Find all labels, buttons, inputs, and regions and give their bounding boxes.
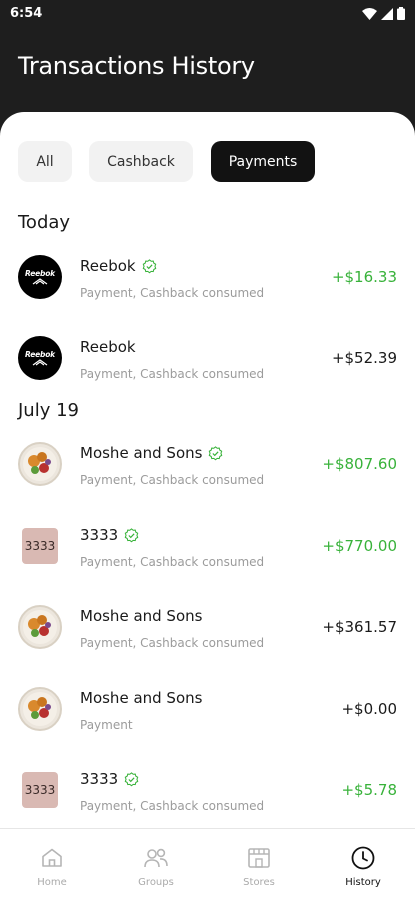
store-icon — [248, 848, 270, 868]
merchant-name: Moshe and Sons — [80, 444, 223, 462]
transactions-sheet: All Cashback Payments Today Reebok Reebo… — [0, 112, 415, 828]
nav-stores[interactable]: Stores — [207, 829, 311, 900]
merchant-name: Moshe and Sons — [80, 689, 203, 707]
transaction-detail: Payment, Cashback consumed — [80, 473, 265, 487]
battery-icon — [397, 7, 405, 20]
nav-groups[interactable]: Groups — [104, 829, 208, 900]
status-icons — [362, 7, 405, 20]
filter-payments-chip[interactable]: Payments — [211, 141, 315, 182]
reebok-logo-avatar: Reebok — [18, 255, 62, 299]
section-title-today: Today — [18, 212, 71, 233]
transaction-amount: +$16.33 — [331, 268, 397, 286]
nav-groups-label: Groups — [138, 877, 174, 888]
verified-check-icon — [124, 527, 139, 542]
transaction-detail: Payment, Cashback consumed — [80, 555, 265, 569]
verified-check-icon — [124, 771, 139, 786]
page-title: Transactions History — [18, 52, 255, 80]
merchant-name: Reebok — [80, 257, 157, 275]
nav-history-label: History — [345, 877, 381, 888]
verified-check-icon — [142, 258, 156, 273]
verified-check-icon — [209, 445, 223, 460]
merchant-name: Moshe and Sons — [80, 607, 203, 625]
status-bar: 6:54 — [0, 0, 415, 28]
clock-icon — [351, 846, 375, 870]
reebok-logo-avatar: Reebok — [18, 336, 62, 380]
filter-all-chip[interactable]: All — [18, 141, 72, 182]
filter-cashback-chip[interactable]: Cashback — [89, 141, 193, 182]
transaction-amount: +$52.39 — [331, 349, 397, 367]
transaction-row[interactable]: Moshe and Sons Payment, Cashback consume… — [0, 431, 415, 497]
transaction-amount: +$361.57 — [322, 618, 397, 636]
transaction-detail: Payment, Cashback consumed — [80, 636, 265, 650]
home-icon — [42, 848, 62, 867]
transaction-row[interactable]: Moshe and Sons Payment, Cashback consume… — [0, 594, 415, 660]
food-plate-avatar — [18, 442, 62, 486]
status-time: 6:54 — [10, 6, 43, 21]
transaction-row[interactable]: Moshe and Sons Payment +$0.00 — [0, 676, 415, 742]
merchant-name: 3333 — [80, 770, 139, 788]
merchant-name: Reebok — [80, 338, 136, 356]
nav-home-label: Home — [37, 877, 67, 888]
bottom-nav: Home Groups Stores History — [0, 828, 415, 900]
wifi-icon — [362, 7, 377, 20]
merchant-name: 3333 — [80, 526, 139, 544]
nav-stores-label: Stores — [243, 877, 275, 888]
nav-home[interactable]: Home — [0, 829, 104, 900]
food-plate-avatar — [18, 687, 62, 731]
transaction-detail: Payment, Cashback consumed — [80, 286, 265, 300]
transaction-amount: +$770.00 — [322, 537, 397, 555]
transaction-amount: +$5.78 — [341, 781, 397, 799]
transaction-amount: +$807.60 — [322, 455, 397, 473]
transaction-row[interactable]: 3333 3333 Payment, Cashback consumed +$5… — [0, 757, 415, 823]
section-title-july-19: July 19 — [18, 400, 79, 421]
transaction-detail: Payment, Cashback consumed — [80, 799, 265, 813]
transaction-amount: +$0.00 — [341, 700, 397, 718]
text-tile-avatar: 3333 — [22, 528, 58, 564]
food-plate-avatar — [18, 605, 62, 649]
signal-icon — [381, 7, 393, 20]
transaction-detail: Payment — [80, 718, 133, 732]
transaction-row[interactable]: 3333 3333 Payment, Cashback consumed +$7… — [0, 513, 415, 579]
transaction-row[interactable]: Reebok Reebok Payment, Cashback consumed… — [0, 325, 415, 391]
groups-icon — [144, 848, 168, 868]
transaction-row[interactable]: Reebok Reebok Payment, Cashback consumed… — [0, 244, 415, 310]
transaction-detail: Payment, Cashback consumed — [80, 367, 265, 381]
text-tile-avatar: 3333 — [22, 772, 58, 808]
nav-history[interactable]: History — [311, 829, 415, 900]
